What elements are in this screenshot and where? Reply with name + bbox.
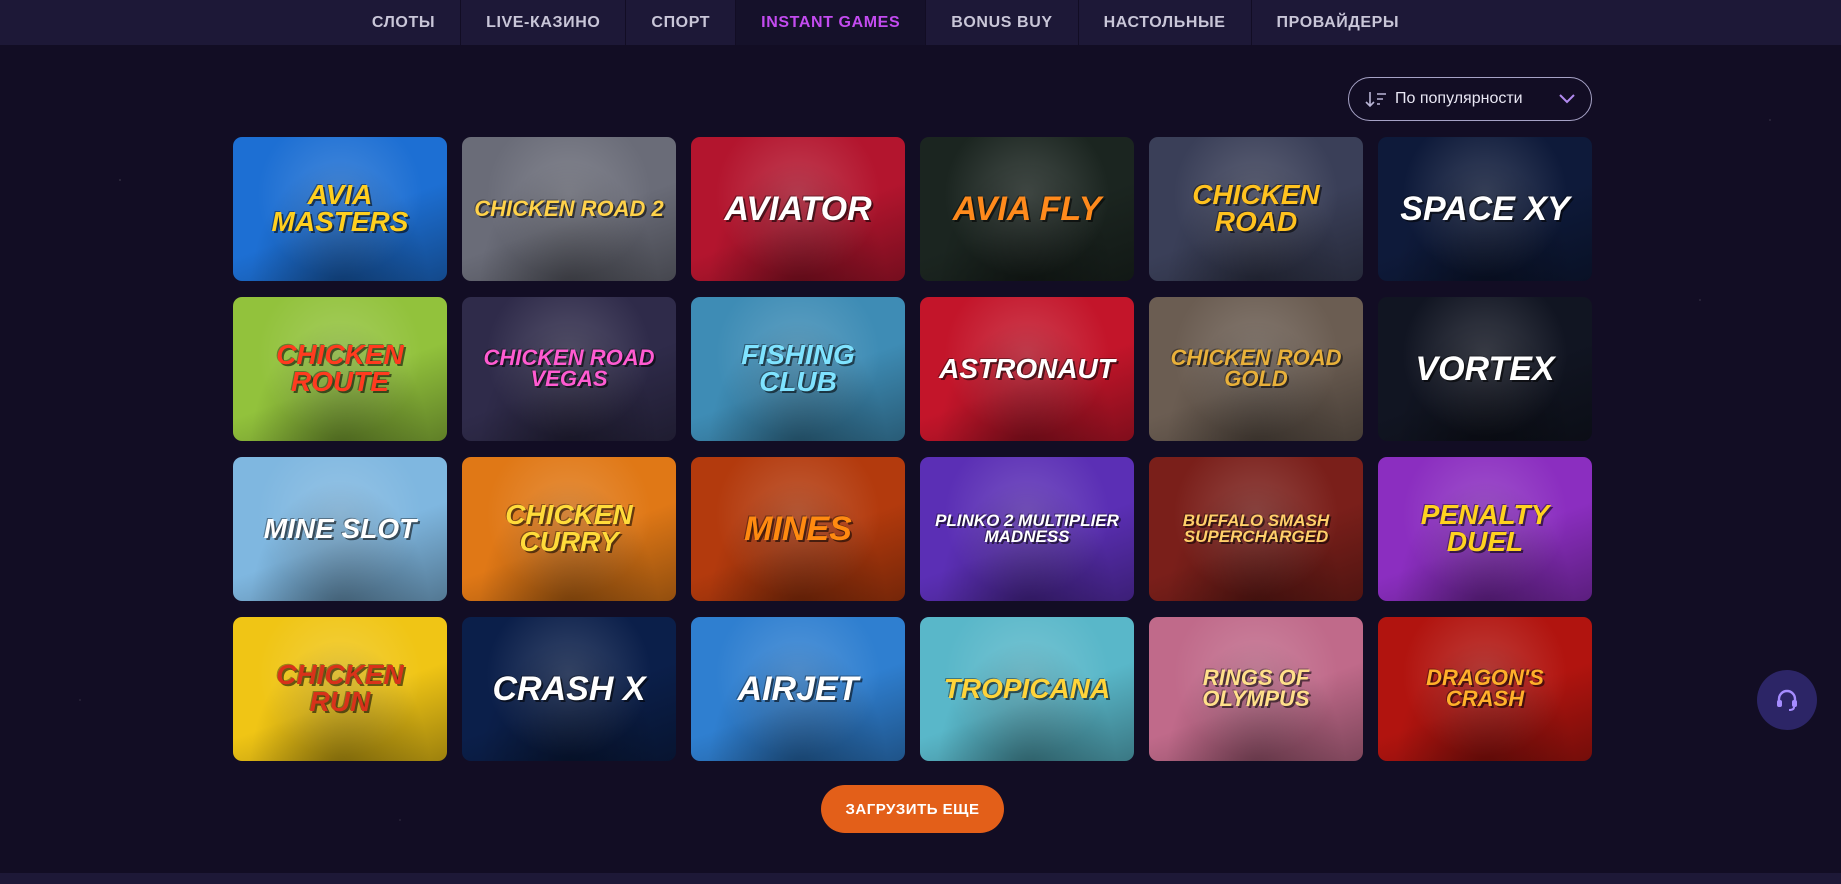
game-title: CHICKEN ROAD Gold [1170, 345, 1342, 391]
tab-slots[interactable]: СЛОТЫ [347, 0, 462, 45]
game-title: VORTEX [1415, 349, 1555, 388]
game-card[interactable]: CHICKEN ROAD Gold [1149, 297, 1363, 441]
game-card[interactable]: BUFFALO SMASH SUPERCHARGED [1149, 457, 1363, 601]
game-card[interactable]: CHICKEN CURRY [462, 457, 676, 601]
tab-live-casino[interactable]: LIVE-КАЗИНО [461, 0, 627, 45]
game-card[interactable]: Aviator [691, 137, 905, 281]
headset-icon [1777, 689, 1797, 711]
game-title: CHICKEN RUN [276, 659, 404, 717]
game-card[interactable]: VORTEX [1378, 297, 1592, 441]
game-title: PENALTY DUEL [1420, 499, 1550, 557]
game-card[interactable]: CRASH X [462, 617, 676, 761]
footer-strip [0, 873, 1841, 884]
tab-bonus-buy[interactable]: BONUS BUY [926, 0, 1079, 45]
game-title: CHICKEN ROAD 2 [474, 195, 664, 221]
sort-selected-value: По популярности [1395, 90, 1523, 107]
game-title: SPACE XY [1400, 189, 1570, 228]
game-title: AVIA FLY [952, 189, 1102, 228]
game-card[interactable]: CHICKEN RUN [233, 617, 447, 761]
game-title: Astronaut [939, 352, 1115, 384]
game-card[interactable]: SPACE XY [1378, 137, 1592, 281]
game-title: MINES [744, 509, 852, 548]
game-title: CRASH X [492, 669, 646, 708]
tab-table-games[interactable]: НАСТОЛЬНЫЕ [1079, 0, 1252, 45]
top-navigation: СЛОТЫ LIVE-КАЗИНО СПОРТ INSTANT GAMES BO… [0, 0, 1841, 45]
chevron-down-icon [1559, 94, 1575, 104]
game-title: AIRJET [737, 669, 859, 708]
game-title: BUFFALO SMASH SUPERCHARGED [1182, 510, 1330, 546]
game-title: CHICKEN ROAD Vegas [483, 345, 655, 391]
category-tabs: СЛОТЫ LIVE-КАЗИНО СПОРТ INSTANT GAMES BO… [347, 0, 1424, 45]
game-card[interactable]: AIRJET [691, 617, 905, 761]
load-more-button[interactable]: ЗАГРУЗИТЬ ЕЩЕ [821, 785, 1004, 833]
tab-providers[interactable]: ПРОВАЙДЕРЫ [1252, 0, 1425, 45]
sort-dropdown[interactable]: По популярности [1348, 77, 1592, 121]
game-card[interactable]: TROPICANA [920, 617, 1134, 761]
support-chat-button[interactable] [1757, 670, 1817, 730]
sort-descending-icon [1365, 92, 1386, 108]
game-card[interactable]: CHICKEN ROAD Vegas [462, 297, 676, 441]
game-title: Aviator [724, 189, 872, 228]
game-card[interactable]: CHICKEN ROUTE [233, 297, 447, 441]
game-title: RINGS OF OLYMPUS [1202, 665, 1310, 711]
game-card[interactable]: RINGS OF OLYMPUS [1149, 617, 1363, 761]
game-card[interactable]: PLINKO 2 MULTIPLIER MADNESS [920, 457, 1134, 601]
game-title: DRAGON'S CRASH [1426, 665, 1544, 711]
game-title: CHICKEN CURRY [505, 499, 633, 557]
game-title: TROPICANA [943, 672, 1111, 704]
game-card[interactable]: PENALTY DUEL [1378, 457, 1592, 601]
game-card[interactable]: FISHING CLUB [691, 297, 905, 441]
game-card[interactable]: MINES [691, 457, 905, 601]
game-title: CHICKEN ROUTE [276, 339, 404, 397]
game-title: PLINKO 2 MULTIPLIER MADNESS [935, 510, 1119, 546]
game-title: FISHING CLUB [741, 339, 855, 397]
games-grid: AVIA MASTERS CHICKEN ROAD 2 Aviator AVIA FL… [233, 137, 1592, 761]
game-card[interactable]: Astronaut [920, 297, 1134, 441]
game-card[interactable]: CHICKEN ROAD [1149, 137, 1363, 281]
game-card[interactable]: AVIA MASTERS [233, 137, 447, 281]
tab-sport[interactable]: СПОРТ [626, 0, 737, 45]
game-card[interactable]: DRAGON'S CRASH [1378, 617, 1592, 761]
tab-instant-games[interactable]: INSTANT GAMES [736, 0, 927, 45]
game-title: AVIA MASTERS [271, 179, 409, 237]
game-card[interactable]: CHICKEN ROAD 2 [462, 137, 676, 281]
game-title: MINE SLOT [263, 512, 417, 544]
game-card[interactable]: MINE SLOT [233, 457, 447, 601]
game-card[interactable]: AVIA FLY [920, 137, 1134, 281]
game-title: CHICKEN ROAD [1192, 179, 1320, 237]
